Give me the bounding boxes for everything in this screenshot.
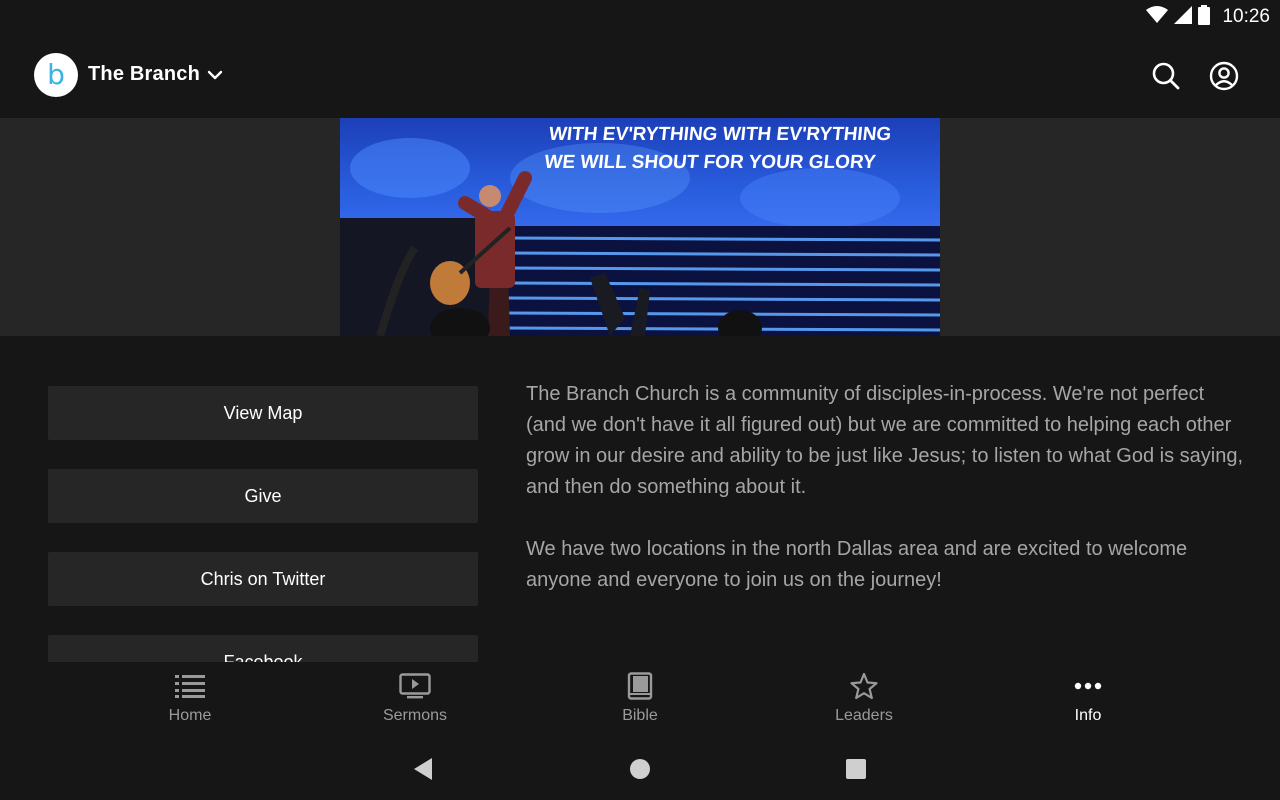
bottom-navigation: Home Sermons Bible Leaders Info [0, 662, 1280, 738]
more-icon [1072, 670, 1104, 702]
cellular-icon [1174, 5, 1193, 29]
star-icon [848, 670, 880, 702]
recents-icon[interactable] [843, 756, 869, 782]
church-logo[interactable]: b [34, 53, 78, 97]
app-title[interactable]: The Branch [88, 63, 200, 86]
give-button[interactable]: Give [48, 469, 478, 523]
info-content: View Map Give Chris on Twitter Facebook … [0, 336, 1280, 662]
nav-sermons[interactable]: Sermons [355, 670, 475, 732]
lyrics-line-2: WE WILL SHOUT FOR YOUR GLORY [543, 152, 877, 173]
nav-label: Sermons [382, 707, 448, 724]
description-paragraph: We have two locations in the north Dalla… [526, 538, 1188, 591]
nav-label: Bible [622, 707, 658, 724]
search-icon[interactable] [1150, 60, 1182, 92]
status-time: 10:26 [1222, 6, 1270, 27]
hero-band: WITH EV'RYTHING WITH EV'RYTHING WE WILL … [0, 118, 1280, 336]
status-bar: 10:26 [0, 0, 1280, 34]
chevron-down-icon[interactable] [206, 68, 224, 87]
nav-leaders[interactable]: Leaders [804, 670, 924, 732]
twitter-button[interactable]: Chris on Twitter [48, 552, 478, 606]
account-icon[interactable] [1208, 60, 1240, 92]
view-map-button[interactable]: View Map [48, 386, 478, 440]
nav-label: Home [168, 707, 212, 724]
list-icon [174, 670, 206, 702]
nav-label: Leaders [835, 707, 893, 724]
status-icons: 10:26 [1146, 4, 1270, 30]
church-description: The Branch Church is a community of disc… [526, 379, 1246, 627]
logo-letter: b [47, 58, 65, 91]
lyrics-line-1: WITH EV'RYTHING WITH EV'RYTHING [547, 124, 893, 145]
worship-photo: WITH EV'RYTHING WITH EV'RYTHING WE WILL … [340, 118, 940, 336]
system-navigation [0, 738, 1280, 800]
description-paragraph: The Branch Church is a community of disc… [526, 383, 1244, 498]
book-icon [624, 670, 656, 702]
home-icon[interactable] [627, 756, 653, 782]
nav-info[interactable]: Info [1028, 670, 1148, 732]
nav-home[interactable]: Home [130, 670, 250, 732]
wifi-icon [1146, 5, 1169, 29]
nav-bible[interactable]: Bible [580, 670, 700, 732]
video-icon [399, 670, 431, 702]
facebook-button[interactable]: Facebook [48, 635, 478, 662]
back-icon[interactable] [410, 756, 436, 782]
battery-icon [1198, 4, 1211, 30]
nav-label: Info [1074, 707, 1102, 724]
app-bar: b The Branch [0, 34, 1280, 118]
